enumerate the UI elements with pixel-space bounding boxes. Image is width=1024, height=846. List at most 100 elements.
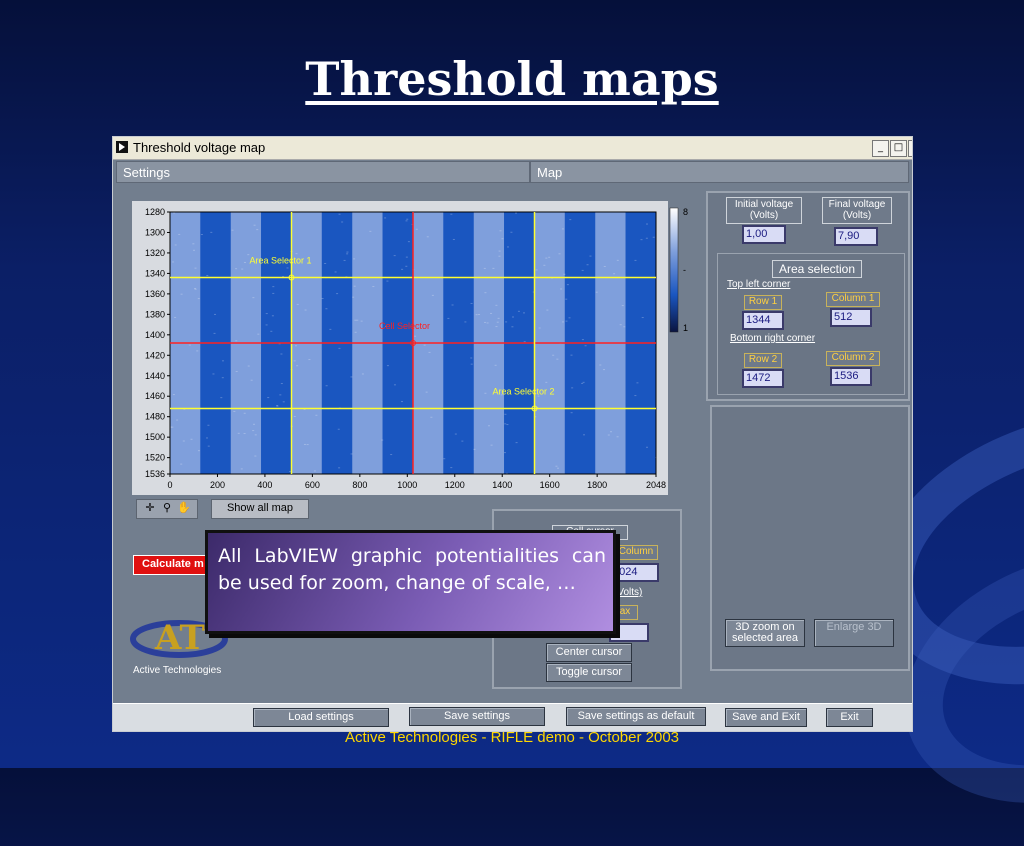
map-noise-pixel xyxy=(545,258,547,259)
map-noise-pixel xyxy=(405,266,407,267)
center-cursor-button[interactable]: Center cursor xyxy=(546,643,632,662)
map-noise-pixel xyxy=(329,329,331,330)
map-noise-pixel xyxy=(511,326,513,327)
map-noise-pixel xyxy=(178,234,180,235)
map-noise-pixel xyxy=(241,269,243,270)
map-noise-pixel xyxy=(562,321,564,322)
map-noise-pixel xyxy=(539,328,541,329)
x-tick-label: 0 xyxy=(167,480,172,490)
map-noise-pixel xyxy=(283,401,285,402)
map-noise-pixel xyxy=(495,326,497,327)
map-noise-pixel xyxy=(450,467,452,468)
map-noise-pixel xyxy=(189,345,191,346)
map-noise-pixel xyxy=(272,286,274,287)
map-noise-pixel xyxy=(208,446,210,447)
column2-field[interactable]: 1536 xyxy=(830,367,872,386)
map-noise-pixel xyxy=(498,318,500,319)
y-tick-label: 1300 xyxy=(145,227,165,237)
column-label: Column xyxy=(614,545,658,560)
labview-run-icon xyxy=(116,141,128,153)
map-noise-pixel xyxy=(394,255,396,256)
threshold-map-plot[interactable]: 1280 1300 1320 1340 1360 1380 1400 1420 1440 1460… xyxy=(132,201,668,495)
graph-tool-palette: ✛ ⚲ ✋ xyxy=(136,499,198,519)
initial-voltage-field[interactable]: 1,00 xyxy=(742,225,786,244)
column1-field[interactable]: 512 xyxy=(830,308,872,327)
final-voltage-field[interactable]: 7,90 xyxy=(834,227,878,246)
map-noise-pixel xyxy=(484,393,486,394)
colorbar-tick-label: 1 xyxy=(683,323,688,333)
map-noise-pixel xyxy=(272,293,274,294)
row1-field[interactable]: 1344 xyxy=(742,311,784,330)
enlarge-3d-button[interactable]: Enlarge 3D xyxy=(814,619,894,647)
minimize-button[interactable]: _ xyxy=(872,140,889,157)
map-noise-pixel xyxy=(192,243,194,244)
map-noise-pixel xyxy=(401,401,403,402)
save-settings-button[interactable]: Save settings xyxy=(409,707,545,726)
map-noise-pixel xyxy=(571,387,573,388)
map-noise-pixel xyxy=(562,228,564,229)
map-noise-pixel xyxy=(354,320,356,321)
colorbar-tick-label: - xyxy=(683,265,686,275)
row2-field[interactable]: 1472 xyxy=(742,369,784,388)
top-left-corner-label: Top left corner xyxy=(727,279,790,290)
crosshair-icon[interactable]: ✛ xyxy=(143,500,157,517)
map-noise-pixel xyxy=(620,324,622,325)
map-noise-pixel xyxy=(495,365,497,366)
map-noise-pixel xyxy=(557,468,559,469)
colorbar-tick-label: 8 xyxy=(683,207,688,217)
map-noise-pixel xyxy=(464,321,466,322)
map-noise-pixel xyxy=(401,269,403,270)
row2-label: Row 2 xyxy=(744,353,782,368)
zoom-icon[interactable]: ⚲ xyxy=(160,500,174,517)
load-settings-button[interactable]: Load settings xyxy=(253,708,389,727)
map-noise-pixel xyxy=(276,406,278,407)
y-tick-label: 1380 xyxy=(145,309,165,319)
map-noise-pixel xyxy=(646,238,648,239)
map-noise-pixel xyxy=(406,219,408,220)
map-noise-pixel xyxy=(473,449,475,450)
map-noise-pixel xyxy=(220,397,222,398)
map-noise-pixel xyxy=(338,429,340,430)
right-settings-panel: Initial voltage (Volts) 1,00 Final volta… xyxy=(706,191,910,401)
map-noise-pixel xyxy=(565,321,567,322)
map-noise-pixel xyxy=(613,273,615,274)
map-noise-pixel xyxy=(634,260,636,261)
map-noise-pixel xyxy=(394,384,396,385)
exit-button[interactable]: Exit xyxy=(826,708,873,727)
close-button[interactable]: x xyxy=(908,140,913,157)
map-noise-pixel xyxy=(617,260,619,261)
map-noise-pixel xyxy=(236,371,238,372)
maximize-button[interactable]: □ xyxy=(890,140,907,157)
map-noise-pixel xyxy=(248,366,250,367)
x-tick-label: 600 xyxy=(305,480,320,490)
map-noise-pixel xyxy=(429,352,431,353)
zoom-3d-panel: 3D zoom on selected area Enlarge 3D xyxy=(710,405,910,671)
map-noise-pixel xyxy=(447,318,449,319)
map-noise-pixel xyxy=(495,305,497,306)
pan-hand-icon[interactable]: ✋ xyxy=(177,500,191,517)
toggle-cursor-button[interactable]: Toggle cursor xyxy=(546,663,632,682)
save-settings-default-button[interactable]: Save settings as default xyxy=(566,707,706,726)
save-and-exit-button[interactable]: Save and Exit xyxy=(725,708,807,727)
map-noise-pixel xyxy=(523,312,525,313)
map-noise-pixel xyxy=(335,271,337,272)
map-noise-pixel xyxy=(381,440,383,441)
map-noise-pixel xyxy=(369,231,371,232)
map-noise-pixel xyxy=(587,264,589,265)
map-noise-pixel xyxy=(570,355,572,356)
show-all-map-button[interactable]: Show all map xyxy=(211,499,309,519)
3d-zoom-button[interactable]: 3D zoom on selected area xyxy=(725,619,805,647)
map-noise-pixel xyxy=(408,241,410,242)
map-noise-pixel xyxy=(386,281,388,282)
map-noise-pixel xyxy=(193,250,195,251)
column-value-field[interactable]: 1024 xyxy=(609,563,659,582)
map-noise-pixel xyxy=(255,434,257,435)
map-noise-pixel xyxy=(214,314,216,315)
slide-title: Threshold maps xyxy=(0,52,1024,106)
y-tick-label: 1280 xyxy=(145,207,165,217)
map-noise-pixel xyxy=(206,437,208,438)
map-noise-pixel xyxy=(233,411,235,412)
map-noise-pixel xyxy=(582,339,584,340)
map-noise-pixel xyxy=(582,270,584,271)
map-noise-pixel xyxy=(295,345,297,346)
